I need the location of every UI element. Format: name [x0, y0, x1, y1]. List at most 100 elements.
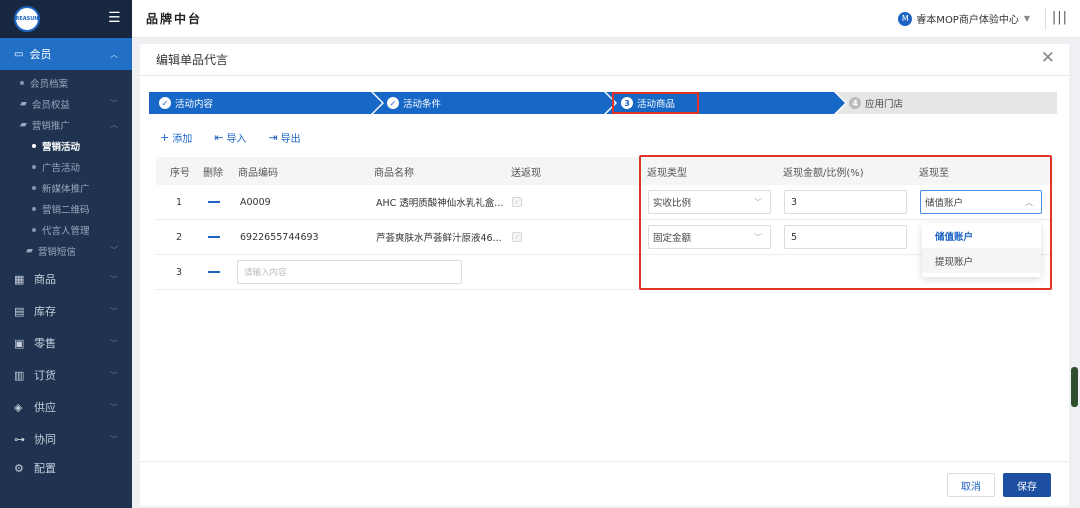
cancel-button[interactable]: 取消: [947, 473, 995, 497]
col-code: 商品编码: [238, 167, 278, 179]
brand-title: 品牌中台: [146, 12, 203, 26]
sidebar-item-supply[interactable]: ◈ 供应 ﹀: [0, 391, 132, 423]
row-seq: 2: [176, 231, 183, 243]
sidebar-item-label: 配置: [34, 462, 56, 475]
chevron-down-icon: ﹀: [110, 434, 118, 444]
sidebar-subitem-label: 营销二维码: [42, 204, 90, 216]
cashback-checkbox[interactable]: ✓: [512, 197, 522, 207]
sidebar-item-inventory[interactable]: ▤ 库存 ﹀: [0, 295, 132, 327]
dot-icon: [32, 164, 36, 169]
sidebar-subitem-spokesperson[interactable]: 代言人管理: [0, 219, 132, 240]
sidebar-item-order[interactable]: ▥ 订货 ﹀: [0, 359, 132, 391]
plus-icon: +: [160, 131, 170, 144]
menu-toggle-icon[interactable]: ☰: [108, 11, 121, 25]
col-name: 商品名称: [374, 167, 414, 179]
sidebar-subitem-marketing-activity[interactable]: 营销活动: [0, 135, 132, 156]
sidebar-subitem-label: 营销短信: [37, 246, 76, 258]
step-activity-content[interactable]: ✓ 活动内容: [149, 92, 213, 114]
code-input[interactable]: 请输入内容: [237, 260, 462, 284]
chevron-down-icon: ﹀: [110, 370, 118, 380]
sidebar-item-retail[interactable]: ▣ 零售 ﹀: [0, 327, 132, 359]
dot-icon: [32, 227, 36, 232]
close-icon[interactable]: ✕: [1041, 50, 1055, 67]
save-button[interactable]: 保存: [1003, 473, 1051, 497]
chevron-down-icon: ﹀: [110, 99, 118, 108]
gear-icon: ⚙: [14, 461, 24, 475]
sidebar-subitem-label: 代言人管理: [42, 225, 90, 237]
dot-icon: [32, 206, 36, 211]
sidebar-item-member[interactable]: ▭ 会员 ︿: [0, 38, 132, 70]
add-button[interactable]: + 添加: [160, 130, 192, 145]
chevron-down-icon: ﹀: [110, 246, 118, 255]
row-code: 6922655744693: [240, 231, 319, 243]
check-circle-icon: ✓: [159, 97, 171, 109]
sidebar-item-goods[interactable]: ▦ 商品 ﹀: [0, 263, 132, 295]
delete-row-icon[interactable]: [208, 201, 220, 203]
share-icon: ⊶: [14, 432, 25, 446]
sidebar-subitem-member-rights[interactable]: ▰ 会员权益 ﹀: [0, 93, 132, 114]
chevron-up-icon: ︿: [110, 120, 118, 129]
delete-row-icon[interactable]: [208, 271, 220, 273]
row-seq: 1: [176, 196, 183, 208]
user-menu[interactable]: M 睿本MOP商户体验中心 ▼: [898, 11, 1030, 26]
store-icon: ▣: [14, 336, 25, 350]
folder-icon: ▰: [26, 245, 33, 256]
step-activity-conditions[interactable]: ✓ 活动条件: [377, 92, 441, 114]
import-icon: ⇤: [214, 131, 224, 144]
chevron-down-icon: ﹀: [110, 274, 118, 284]
highlight-box: [612, 92, 699, 114]
sidebar-subitem-marketing[interactable]: ▰ 营销推广 ︿: [0, 114, 132, 135]
export-button[interactable]: ⇥ 导出: [268, 130, 300, 145]
sidebar-subitem-label: 营销活动: [42, 141, 81, 153]
delete-row-icon[interactable]: [208, 236, 220, 238]
sidebar-item-label: 供应: [34, 401, 56, 414]
row-code: A0009: [240, 196, 271, 208]
sidebar-item-config[interactable]: ⚙ 配置: [0, 455, 132, 481]
col-delete: 删除: [203, 167, 223, 179]
folder-icon: ▰: [20, 98, 27, 109]
sidebar: REASUN ☰ ▭ 会员 ︿ 会员档案 ▰ 会员权益 ﹀ ▰ 营销推广 ︿ 营…: [0, 0, 132, 508]
dot-icon: [32, 185, 36, 190]
cashback-to-dropdown: 储值账户 提现账户: [922, 223, 1041, 277]
sidebar-subitem-member-profile[interactable]: 会员档案: [0, 72, 132, 93]
scrollbar[interactable]: [1071, 367, 1078, 407]
member-card-icon: ▭: [14, 48, 24, 60]
step-apply-stores[interactable]: 4 应用门店: [839, 92, 903, 114]
row-seq: 3: [176, 266, 183, 278]
sidebar-subitem-ad-activity[interactable]: 广告活动: [0, 156, 132, 177]
import-label: 导入: [226, 134, 247, 145]
row-name: AHC 透明质酸神仙水乳礼盒...: [376, 198, 504, 209]
import-button[interactable]: ⇤ 导入: [214, 130, 246, 145]
export-icon: ⇥: [268, 131, 278, 144]
user-avatar: M: [898, 11, 913, 26]
step-label: 应用门店: [865, 99, 904, 110]
chevron-up-icon: ︿: [110, 49, 118, 59]
dialog-footer: 取消 保存: [140, 461, 1069, 506]
caret-down-icon: ▼: [1023, 14, 1030, 23]
cashback-checkbox[interactable]: ✓: [512, 232, 522, 242]
sidebar-item-label: 协同: [34, 433, 56, 446]
sidebar-item-label: 订货: [34, 369, 56, 382]
sidebar-item-label: 库存: [34, 305, 56, 318]
dot-icon: [32, 143, 36, 148]
top-bar: 品牌中台 M 睿本MOP商户体验中心 ▼ |||: [132, 0, 1080, 38]
edit-dialog: 编辑单品代言 ✕ ✓ 活动内容 ✓ 活动条件 3 活动商品 4 应用门店 + 添加…: [140, 44, 1069, 506]
folder-icon: ▰: [20, 119, 27, 130]
more-menu-icon[interactable]: |||: [1052, 10, 1068, 25]
row-name: 芦荟爽肤水芦荟鲜汁原液46...: [376, 233, 502, 244]
check-circle-icon: ✓: [387, 97, 399, 109]
export-label: 导出: [280, 134, 301, 145]
sidebar-subitem-qrcode[interactable]: 营销二维码: [0, 198, 132, 219]
sidebar-subitem-new-media[interactable]: 新媒体推广: [0, 177, 132, 198]
dropdown-option[interactable]: 储值账户: [922, 223, 1041, 248]
steps-bar: ✓ 活动内容 ✓ 活动条件 3 活动商品 4 应用门店: [149, 92, 1057, 114]
chevron-down-icon: ﹀: [110, 402, 118, 412]
sidebar-subitem-sms[interactable]: ▰ 营销短信 ﹀: [0, 240, 132, 261]
input-placeholder: 请输入内容: [244, 268, 287, 278]
chevron-down-icon: ﹀: [110, 306, 118, 316]
sidebar-item-collab[interactable]: ⊶ 协同 ﹀: [0, 423, 132, 455]
table-toolbar: + 添加 ⇤ 导入 ⇥ 导出: [160, 130, 301, 145]
dropdown-option[interactable]: 提现账户: [922, 248, 1041, 273]
sidebar-subitem-label: 营销推广: [31, 120, 70, 132]
dot-icon: [20, 80, 24, 85]
